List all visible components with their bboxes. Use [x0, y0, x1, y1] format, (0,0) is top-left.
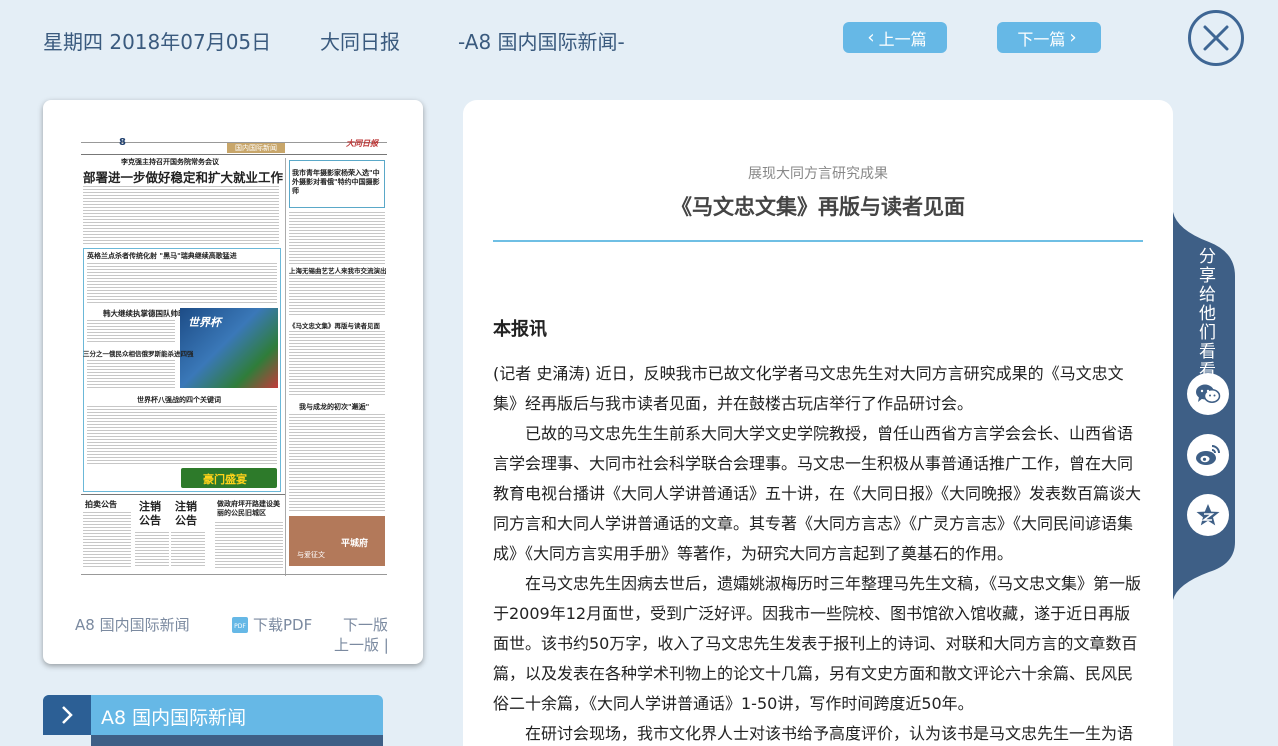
thumb-headline: 部署进一步做好稳定和扩大就业工作	[83, 170, 284, 185]
section-banner-label: A8 国内国际新闻	[101, 707, 247, 729]
qzone-icon	[1196, 504, 1220, 526]
section-banner[interactable]: A8 国内国际新闻	[43, 695, 383, 735]
share-sidebar: 分享给他们看看	[1173, 212, 1237, 600]
section-arrow	[43, 695, 91, 735]
pdf-icon: PDF	[232, 616, 248, 633]
share-qzone-button[interactable]	[1187, 494, 1229, 536]
svg-text:PDF: PDF	[234, 623, 246, 630]
thumb-worldcup-image: 世界杯	[180, 308, 278, 388]
download-pdf-label: 下载PDF	[253, 616, 313, 634]
close-icon	[1203, 25, 1229, 51]
thumb-banner: 豪门盛宴	[181, 468, 277, 488]
edition-title: -A8 国内国际新闻-	[458, 30, 625, 54]
thumb-side-h4: 我与成龙的初次"邂逅"	[299, 403, 370, 411]
thumb-masthead: 大同日报	[346, 139, 378, 148]
thumb-slogan: 做政府坪开路建设美丽的公民旧城区	[217, 500, 280, 517]
article-paragraph: 在研讨会现场，我市文化界人士对该书给予高度评价，认为该书是马文忠先生一生为语	[525, 724, 1134, 743]
thumb-notice-1: 拍卖公告	[85, 500, 117, 509]
issue-date: 星期四 2018年07月05日	[43, 30, 272, 54]
download-pdf-button[interactable]: PDF 下载PDF	[231, 614, 312, 635]
share-wechat-button[interactable]	[1187, 373, 1229, 415]
share-label: 分享给他们看看	[1199, 247, 1216, 381]
thumb-kicker: 李克强主持召开国务院常务会议	[121, 158, 219, 166]
thumb-notice-2: 注销公告	[139, 500, 161, 527]
thumb-side-h3: 《马文忠文集》再版与读者见面	[289, 322, 380, 330]
article-source: 本报讯	[493, 319, 547, 340]
article-body: (记者 史涌涛) 近日，反映我市已故文化学者马文忠先生对大同方言研究成果的《马文…	[493, 359, 1143, 746]
paper-name: 大同日报	[320, 30, 400, 54]
thumb-page-no: 8	[119, 138, 126, 148]
thumb-ad-text: 平城府	[341, 539, 369, 549]
prev-article-button[interactable]: ‹ 上一篇	[843, 22, 947, 53]
thumb-notice-3: 注销公告	[175, 500, 197, 527]
thumb-side-h2: 上海无锡曲艺艺人来我市交流演出	[289, 267, 387, 275]
thumb-ad-block: 平城府 与爱征文	[289, 516, 385, 566]
thumb-h4: 三分之一俄民众相信俄罗斯能杀进四强	[83, 350, 194, 358]
article-panel: 展现大同方言研究成果 《马文忠文集》再版与读者见面 本报讯 (记者 史涌涛) 近…	[463, 100, 1173, 746]
thumb-banner-text: 豪门盛宴	[203, 473, 247, 486]
thumb-ad-sub: 与爱征文	[297, 551, 325, 559]
section-list-top	[91, 735, 383, 746]
edition-link[interactable]: A8 国内国际新闻	[75, 614, 190, 635]
weibo-icon	[1196, 445, 1220, 465]
newspaper-page-thumbnail[interactable]: 8 国内国际新闻 大同日报 李克强主持召开国务院常务会议 部署进一步做好稳定和扩…	[81, 138, 387, 580]
next-edition-link[interactable]: 下一版	[343, 614, 388, 635]
thumb-h3: 韩大继续执掌德国队帅印	[103, 309, 186, 318]
chevron-right-icon	[62, 706, 73, 724]
page-thumbnail-card: 8 国内国际新闻 大同日报 李克强主持召开国务院常务会议 部署进一步做好稳定和扩…	[43, 100, 423, 664]
chevron-left-icon: ‹	[867, 27, 875, 48]
next-article-label: 下一篇	[1017, 29, 1066, 49]
thumb-h2: 英格兰点杀者传统化射 "黑马"瑞典继续高歌猛进	[87, 252, 237, 260]
article-paragraph: (记者 史涌涛) 近日，反映我市已故文化学者马文忠先生对大同方言研究成果的《马文…	[493, 364, 1124, 413]
thumb-side-headline: 我市青年摄影家杨荣入选"中外摄影对看俄"特约中国摄影师	[292, 169, 380, 195]
share-weibo-button[interactable]	[1187, 434, 1229, 476]
chevron-right-icon: ›	[1069, 27, 1077, 48]
article-paragraph: 已故的马文忠先生生前系大同大学文史学院教授，曾任山西省方言学会会长、山西省语言学…	[493, 424, 1142, 563]
thumb-h5: 世界杯八强战的四个关键词	[137, 396, 221, 404]
article-paragraph: 在马文忠先生因病去世后，遗孀姚淑梅历时三年整理马先生文稿，《马文忠文集》第一版于…	[493, 574, 1142, 713]
next-article-button[interactable]: 下一篇 ›	[997, 22, 1101, 53]
article-title: 《马文忠文集》再版与读者见面	[671, 195, 965, 219]
prev-article-label: 上一篇	[878, 29, 927, 49]
thumb-section-tag: 国内国际新闻	[227, 143, 285, 153]
wechat-icon	[1196, 384, 1221, 403]
close-button[interactable]	[1188, 10, 1244, 66]
title-divider	[493, 240, 1143, 242]
prev-edition-link[interactable]: 上一版 |	[334, 634, 389, 655]
article-subtitle: 展现大同方言研究成果	[748, 166, 888, 182]
thumb-worldcup-text: 世界杯	[188, 316, 221, 329]
